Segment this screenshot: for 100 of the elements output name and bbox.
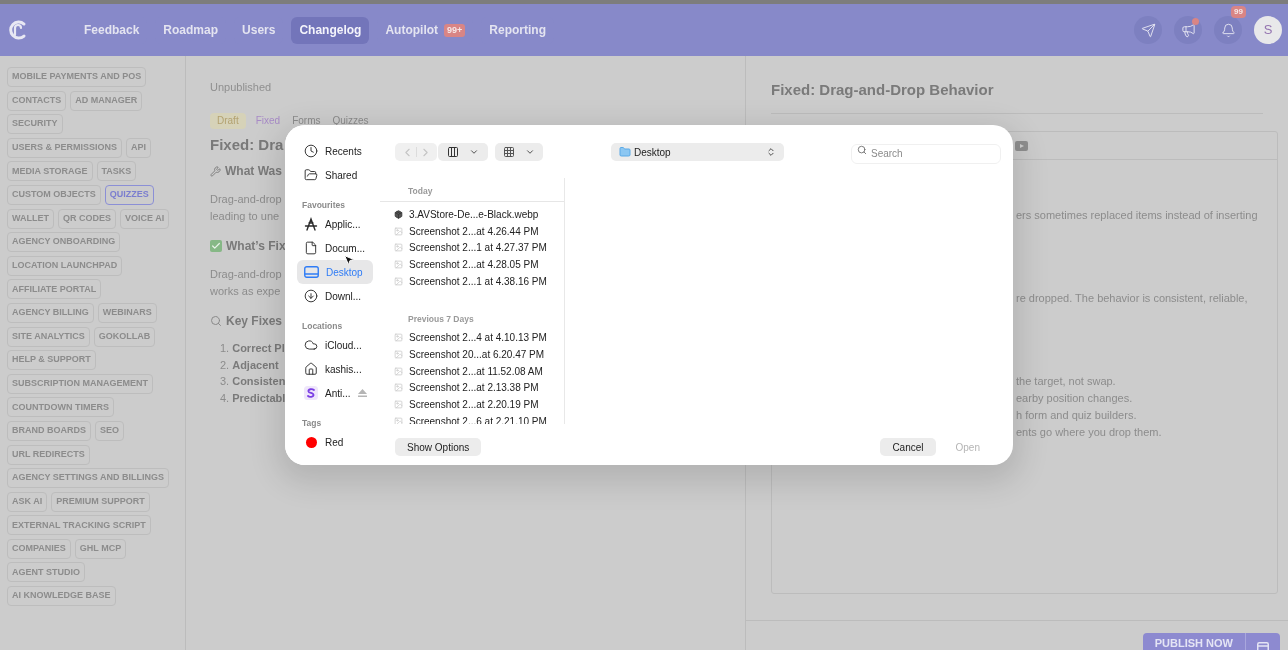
magnifier-icon xyxy=(210,315,222,327)
status-text: Unpublished xyxy=(210,80,272,94)
sidebar-section-heading: Favourites xyxy=(301,199,345,212)
category-tag[interactable]: USERS & PERMISSIONS xyxy=(7,137,123,158)
sidebar-place[interactable]: iCloud... xyxy=(297,333,373,357)
category-tag[interactable]: GOKOLLAB xyxy=(93,326,156,347)
category-tag[interactable]: SEO xyxy=(95,420,124,441)
send-icon xyxy=(1140,22,1156,38)
category-tag[interactable]: SECURITY xyxy=(7,114,63,135)
paragraph-line: works as expe xyxy=(210,284,281,299)
category-tag[interactable]: AI KNOWLEDGE BASE xyxy=(7,586,116,607)
sidebar-place[interactable]: Shared xyxy=(297,163,373,187)
category-tag[interactable]: API xyxy=(126,137,152,158)
sidebar-place[interactable]: kashis... xyxy=(297,357,373,381)
list-item-text: Predictabl xyxy=(232,391,286,407)
category-tag[interactable]: GHL MCP xyxy=(74,538,127,559)
search-field[interactable]: Search xyxy=(851,143,1001,164)
sidebar-place[interactable]: Anti... xyxy=(297,381,373,405)
place-label: Desktop xyxy=(326,265,363,280)
preview-title: Fixed: Drag-and-Drop Behavior xyxy=(771,81,994,99)
megaphone-button[interactable] xyxy=(1174,16,1202,44)
list-number: 1. xyxy=(220,341,230,357)
eject-icon[interactable] xyxy=(357,389,367,397)
list-number: 4. xyxy=(220,391,230,407)
list-item-text: Consisten xyxy=(232,374,286,390)
category-tag[interactable]: CUSTOM OBJECTS xyxy=(7,184,101,205)
category-tag[interactable]: COUNTDOWN TIMERS xyxy=(7,397,114,418)
category-tag[interactable]: AFFILIATE PORTAL xyxy=(7,279,102,300)
category-tag[interactable]: MEDIA STORAGE xyxy=(7,161,93,182)
category-tag[interactable]: EXTERNAL TRACKING SCRIPT xyxy=(7,515,151,536)
category-tag[interactable]: AGENCY ONBOARDING xyxy=(7,232,121,253)
category-tag[interactable]: URL REDIRECTS xyxy=(7,444,90,465)
notifications-icon xyxy=(1220,22,1236,38)
category-tag[interactable]: PREMIUM SUPPORT xyxy=(51,491,150,512)
show-options-button[interactable]: Show Options xyxy=(395,438,482,456)
file-row[interactable]: Screenshot 2...at 2.13.38 PM xyxy=(380,379,564,397)
file-row[interactable]: Screenshot 2...at 2.20.19 PM xyxy=(380,396,564,413)
nav-tab[interactable]: Changelog xyxy=(291,16,370,44)
send-button[interactable] xyxy=(1134,16,1162,44)
place-label: Anti... xyxy=(325,386,351,401)
bell-button[interactable] xyxy=(1214,16,1242,44)
desktop-icon xyxy=(304,266,319,278)
sidebar-place[interactable]: Red xyxy=(297,430,373,454)
category-tag[interactable]: BRAND BOARDS xyxy=(7,420,91,441)
image-thumbnail-icon xyxy=(394,366,403,376)
section-heading: What Was xyxy=(225,163,282,179)
file-row[interactable]: 3.AVStore-De...e-Black.webp xyxy=(380,206,564,223)
view-mode-button[interactable] xyxy=(438,143,488,161)
list-number: 3. xyxy=(220,374,230,390)
category-tag[interactable]: HELP & SUPPORT xyxy=(7,350,96,371)
category-tag[interactable]: LOCATION LAUNCHPAD xyxy=(7,255,123,276)
video-icon xyxy=(1015,140,1028,151)
file-row[interactable]: Screenshot 2...at 4.28.05 PM xyxy=(380,256,564,273)
sidebar-place[interactable]: Docum... xyxy=(297,236,373,260)
category-tag[interactable]: QUIZZES xyxy=(104,184,154,205)
logo-icon[interactable] xyxy=(9,19,27,41)
user-avatar[interactable]: S xyxy=(1254,16,1282,44)
up-down-chevron-icon xyxy=(766,147,776,157)
file-row[interactable]: Screenshot 2...at 4.26.44 PM xyxy=(380,222,564,240)
category-tag[interactable]: AGENCY BILLING xyxy=(7,302,94,323)
sidebar-place[interactable]: Recents xyxy=(297,139,373,163)
category-tag[interactable]: MOBILE PAYMENTS AND POS xyxy=(7,67,147,87)
category-tag[interactable]: COMPANIES xyxy=(7,538,71,559)
location-dropdown[interactable]: Desktop xyxy=(611,143,784,161)
category-tag[interactable]: VOICE AI xyxy=(120,208,170,229)
search-icon xyxy=(857,145,867,155)
sidebar-place[interactable]: Downl... xyxy=(297,284,373,308)
category-tag[interactable]: AD MANAGER xyxy=(70,90,143,111)
sidebar-place[interactable]: Applic... xyxy=(297,212,373,236)
sidebar-place[interactable]: Desktop xyxy=(297,260,373,284)
section-heading: Key Fixes xyxy=(226,313,283,329)
cancel-button[interactable]: Cancel xyxy=(880,438,936,456)
section-heading: What’s Fix xyxy=(226,238,286,254)
entry-title: Fixed: Dra xyxy=(210,135,284,155)
file-row[interactable]: Screenshot 2...6 at 2.21.10 PM xyxy=(380,412,564,424)
category-tag[interactable]: SITE ANALYTICS xyxy=(7,326,90,347)
image-thumbnail-icon xyxy=(394,349,403,359)
place-label: kashis... xyxy=(325,362,362,377)
category-tag[interactable]: WALLET xyxy=(7,208,54,229)
category-tag[interactable]: TASKS xyxy=(96,161,137,182)
place-label: Docum... xyxy=(325,241,365,256)
file-row[interactable]: Screenshot 2...1 at 4.38.16 PM xyxy=(380,272,564,290)
file-row[interactable]: Screenshot 2...4 at 4.10.13 PM xyxy=(380,329,564,347)
tag-label: Fixed xyxy=(254,114,282,128)
category-tag[interactable]: CONTACTS xyxy=(7,90,67,111)
file-row[interactable]: Screenshot 20...at 6.20.47 PM xyxy=(380,346,564,363)
group-mode-button[interactable] xyxy=(495,143,543,161)
category-tag[interactable]: SUBSCRIPTION MANAGEMENT xyxy=(7,373,153,394)
publish-button[interactable]: PUBLISH NOW xyxy=(1142,633,1245,650)
category-tag[interactable]: QR CODES xyxy=(58,208,116,229)
category-tag[interactable]: AGENCY SETTINGS AND BILLINGS xyxy=(7,468,169,489)
mouse-pointer-icon xyxy=(343,254,355,266)
file-row[interactable]: Screenshot 2...1 at 4.27.37 PM xyxy=(380,239,564,257)
image-thumbnail-icon xyxy=(394,226,403,236)
category-tag[interactable]: AGENT STUDIO xyxy=(7,562,85,583)
category-tag[interactable]: ASK AI xyxy=(7,491,48,512)
tools-icon xyxy=(210,165,221,177)
paragraph-line: ers sometimes replaced items instead of inserting xyxy=(1016,208,1258,223)
file-row[interactable]: Screenshot 2...at 11.52.08 AM xyxy=(380,362,564,380)
category-tag[interactable]: WEBINARS xyxy=(97,302,157,323)
